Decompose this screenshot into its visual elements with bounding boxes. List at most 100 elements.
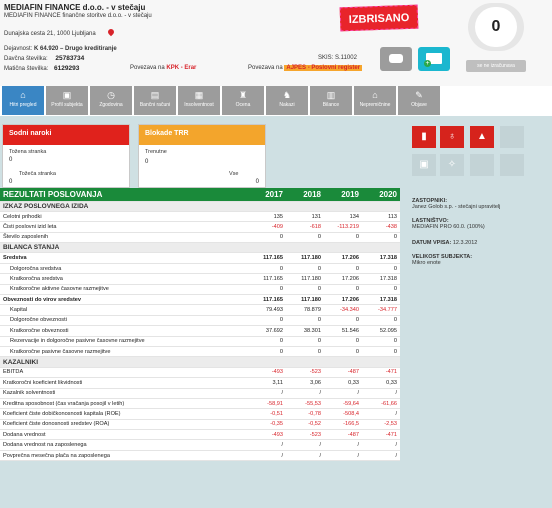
tab-objave[interactable]: ✎ Objave xyxy=(398,86,441,115)
tab-icon: ♜ xyxy=(238,90,248,100)
row-value: 117.180 xyxy=(286,273,324,285)
row-label: Dodana vrednost na zaposlenega xyxy=(0,439,248,451)
row-value: 51.546 xyxy=(324,325,362,337)
row-label: Celotni prihodki xyxy=(0,211,248,223)
table-row: Čisti poslovni izid leta -409 -618 -113.219… xyxy=(0,221,400,233)
tab-ocena[interactable]: ♜ Ocena xyxy=(222,86,265,115)
row-value: 17.318 xyxy=(362,273,400,285)
row-value: / xyxy=(248,388,286,399)
row-value: 38.301 xyxy=(286,325,324,337)
table-title: REZULTATI POSLOVANJA xyxy=(0,188,248,202)
row-value: -0,52 xyxy=(286,419,324,431)
skis-label: SKIS: S.11002 xyxy=(318,55,357,61)
row-value: 0 xyxy=(248,284,286,296)
tab-icon: ⌂ xyxy=(372,90,378,100)
activity-label: Dejavnost: xyxy=(4,46,33,52)
defendant-label: Tožena stranka xyxy=(9,149,47,155)
row-value: 113 xyxy=(362,211,400,223)
tab-label: Bančni računi xyxy=(139,102,171,108)
row-value: / xyxy=(286,450,324,462)
row-label: Kratkoročne pasivne časovne razmejitve xyxy=(0,346,248,358)
warning-icon[interactable]: ▲ xyxy=(470,126,494,148)
tab-hitri-pregled[interactable]: ⌂ Hitri pregled xyxy=(2,86,45,115)
row-label: Povprečna mesečna plača na zaposlenega xyxy=(0,450,248,462)
table-row: Kratkoročne aktivne časovne razmejitve 0 0… xyxy=(0,284,400,296)
tab-label: Zgodovina xyxy=(99,102,123,108)
row-label: Kratkoročne obveznosti xyxy=(0,325,248,337)
row-value: / xyxy=(286,439,324,451)
add-monitor-button[interactable]: + xyxy=(418,47,450,71)
all-blocks-label: Vse xyxy=(229,171,239,177)
tab-label: Ocena xyxy=(235,102,251,108)
table-row: Dolgoročna sredstva 0 0 0 0 xyxy=(0,263,400,275)
row-label: Kreditna sposobnost (čas vračanja posoji… xyxy=(0,398,248,410)
money-bag-icon[interactable]: ♁ xyxy=(440,126,464,148)
table-row: Kreditna sposobnost (čas vračanja posoji… xyxy=(0,398,400,410)
section-header: BILANCA STANJA xyxy=(0,242,400,254)
row-value: -59,64 xyxy=(324,398,362,410)
map-pin-icon[interactable] xyxy=(106,27,116,37)
row-value: -0,51 xyxy=(248,408,286,420)
year-header: 2019 xyxy=(324,188,362,202)
row-value: 37.692 xyxy=(248,325,286,337)
row-value: / xyxy=(324,450,362,462)
lock-icon[interactable]: ▣ xyxy=(412,154,436,176)
row-value: -34.777 xyxy=(362,304,400,316)
row-value: 131 xyxy=(286,211,324,223)
tab-zgodovina[interactable]: ◷ Zgodovina xyxy=(90,86,133,115)
row-value: 0 xyxy=(362,336,400,347)
tab-nepremi-nine[interactable]: ⌂ Nepremičnine xyxy=(354,86,397,115)
table-row: Kazalnik solventnosti / / / / xyxy=(0,388,400,399)
tax-value: 25783734 xyxy=(55,55,85,62)
tab-profil-subjekta[interactable]: ▣ Profil subjekta xyxy=(46,86,89,115)
rating-status-button[interactable]: se ne izračunava xyxy=(466,60,526,72)
row-value: 0 xyxy=(324,232,362,244)
row-value: / xyxy=(248,439,286,451)
row-value: / xyxy=(286,388,324,399)
kpk-link[interactable]: KPK - Erar xyxy=(166,65,196,71)
tab-bilance[interactable]: ▥ Bilance xyxy=(310,86,353,115)
company-address: Dunajska cesta 21, 1000 Ljubljana xyxy=(4,31,96,37)
ownership-value: MEDIAFIN PRO 60.0. (100%) xyxy=(412,224,485,230)
account-blocks-box: Blokade TRR Trenutne 0 Vse 0 xyxy=(138,124,266,188)
tab-insolventnost[interactable]: ▦ Insolventnost xyxy=(178,86,221,115)
table-row: Celotni prihodki 135 131 134 113 xyxy=(0,211,400,223)
table-header-row: REZULTATI POSLOVANJA 2017 2018 2019 2020 xyxy=(0,188,400,202)
tab-label: Objave xyxy=(411,102,427,108)
row-value: 117.180 xyxy=(286,252,324,264)
speech-bubble-icon xyxy=(389,54,403,63)
row-value: 0 xyxy=(286,315,324,327)
row-value: 0 xyxy=(324,336,362,347)
tab-label: Profil subjekta xyxy=(51,102,83,108)
tab-ban-ni-ra-uni[interactable]: ▤ Bančni računi xyxy=(134,86,177,115)
all-blocks-value: 0 xyxy=(255,179,259,185)
main-tabs: ⌂ Hitri pregled ▣ Profil subjekta ◷ Zgodovina… xyxy=(0,86,552,116)
current-blocks-label: Trenutne xyxy=(145,149,167,155)
row-value: 0 xyxy=(362,284,400,296)
row-value: / xyxy=(362,450,400,462)
row-value: 117.180 xyxy=(286,294,324,306)
row-value: 0 xyxy=(362,232,400,244)
handshake-icon[interactable]: ✧ xyxy=(440,154,464,176)
ajpes-link-row: Povezava na AJPES - Poslovni register xyxy=(248,65,363,71)
ajpes-link[interactable]: AJPES - Poslovni register xyxy=(284,65,363,71)
section-header: IZKAZ POSLOVNEGA IZIDA xyxy=(0,201,400,212)
row-value: 3,06 xyxy=(286,377,324,389)
trash-icon[interactable]: ▮ xyxy=(412,126,436,148)
table-row: EBITDA -493 -523 -487 -471 xyxy=(0,367,400,379)
business-results-table: REZULTATI POSLOVANJA 2017 2018 2019 2020 IZKA… xyxy=(0,188,400,462)
tax-label: Davčna številka: xyxy=(4,56,48,62)
tab-icon: ▤ xyxy=(150,90,160,100)
row-value: -471 xyxy=(362,429,400,441)
activity-row: Dejavnost: K 64.920 – Drugo kreditiranje xyxy=(4,46,117,52)
row-value: -523 xyxy=(286,367,324,379)
row-value: 17.318 xyxy=(362,294,400,306)
row-value: -55,53 xyxy=(286,398,324,410)
row-value: 0,33 xyxy=(324,377,362,389)
section-title: BILANCA STANJA xyxy=(0,242,400,254)
row-label: Obveznosti do virov sredstev xyxy=(0,294,248,306)
tab-nakazi[interactable]: ♞ Nakazi xyxy=(266,86,309,115)
comment-button[interactable] xyxy=(380,47,412,71)
plus-icon: + xyxy=(424,60,431,67)
tab-label: Hitri pregled xyxy=(9,102,37,108)
